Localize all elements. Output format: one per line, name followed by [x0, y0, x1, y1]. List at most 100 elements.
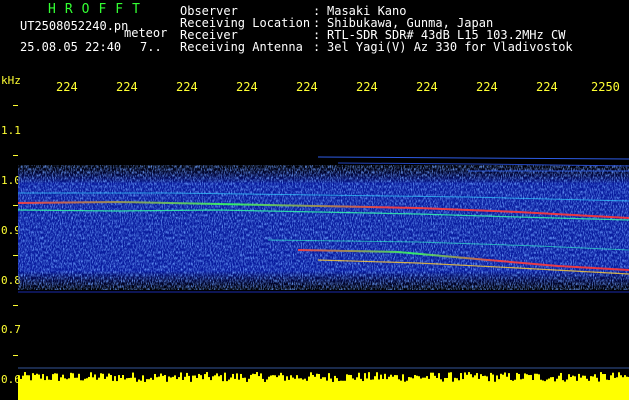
- level-bar: [616, 377, 618, 386]
- level-bar: [18, 375, 20, 386]
- x-tick-label: 2250: [591, 80, 620, 94]
- level-bar: [140, 380, 142, 386]
- level-bar: [148, 379, 150, 386]
- level-bar: [24, 372, 26, 386]
- level-bar: [222, 381, 224, 386]
- level-bar: [306, 380, 308, 386]
- level-bar: [542, 380, 544, 386]
- level-bar: [282, 375, 284, 386]
- level-bar: [286, 376, 288, 386]
- level-bar: [390, 374, 392, 386]
- level-bar: [142, 375, 144, 386]
- level-bar: [48, 379, 50, 386]
- level-bar: [172, 376, 174, 386]
- level-bar: [388, 376, 390, 386]
- level-bar: [214, 375, 216, 386]
- level-bar: [448, 372, 450, 386]
- level-bar: [464, 372, 466, 386]
- x-tick-label: 224: [356, 80, 378, 94]
- level-bar: [202, 379, 204, 386]
- level-bar: [368, 372, 370, 386]
- level-bar: [288, 379, 290, 386]
- level-fill: [18, 386, 629, 400]
- level-bar: [430, 372, 432, 386]
- level-bar: [98, 377, 100, 386]
- level-bar: [550, 377, 552, 386]
- level-bar: [216, 373, 218, 386]
- level-bar: [82, 380, 84, 386]
- level-bar: [582, 375, 584, 386]
- level-bar: [32, 373, 34, 386]
- level-bar: [494, 381, 496, 386]
- level-bar: [146, 379, 148, 386]
- x-tick-label: 224: [56, 80, 78, 94]
- level-bar: [348, 374, 350, 386]
- level-bar: [246, 381, 248, 386]
- level-bar: [150, 377, 152, 386]
- level-bar: [426, 376, 428, 386]
- level-bar: [586, 378, 588, 386]
- level-bar: [402, 374, 404, 386]
- level-bar: [366, 378, 368, 386]
- level-bar: [76, 377, 78, 386]
- level-bar: [334, 375, 336, 386]
- level-bar: [594, 374, 596, 386]
- level-bar: [562, 380, 564, 386]
- level-bar: [514, 379, 516, 386]
- level-bar: [538, 374, 540, 386]
- level-bar: [410, 377, 412, 386]
- level-bar: [174, 375, 176, 386]
- level-bar: [102, 373, 104, 386]
- level-bar: [508, 373, 510, 386]
- level-bar: [294, 378, 296, 386]
- level-bar: [116, 381, 118, 386]
- level-bar: [354, 379, 356, 386]
- level-bar: [480, 374, 482, 386]
- level-bar: [510, 379, 512, 386]
- level-bar: [500, 373, 502, 386]
- level-bar: [362, 381, 364, 386]
- level-bar: [502, 374, 504, 386]
- level-bar: [158, 376, 160, 386]
- level-bar: [272, 375, 274, 386]
- level-bar: [304, 378, 306, 386]
- level-bar: [124, 379, 126, 386]
- level-bar: [470, 374, 472, 386]
- level-bar: [564, 381, 566, 386]
- level-bar: [382, 378, 384, 386]
- level-bar: [310, 372, 312, 386]
- extra-info: 7..: [140, 40, 162, 54]
- level-bar: [486, 376, 488, 386]
- level-bar: [182, 379, 184, 386]
- level-bar: [210, 380, 212, 386]
- level-bar: [40, 378, 42, 386]
- level-bar: [104, 378, 106, 386]
- level-bar: [370, 379, 372, 386]
- level-bar: [92, 377, 94, 386]
- level-bar: [276, 377, 278, 386]
- level-bar: [144, 381, 146, 386]
- level-bar: [300, 378, 302, 386]
- level-bar: [36, 373, 38, 386]
- level-bar: [330, 378, 332, 386]
- level-bar: [220, 375, 222, 386]
- level-bar: [56, 373, 58, 386]
- level-bar: [324, 377, 326, 386]
- mode-label: meteor: [124, 26, 168, 40]
- level-bar: [622, 377, 624, 386]
- level-bar: [284, 380, 286, 386]
- level-bar: [110, 374, 112, 386]
- level-bar: [252, 373, 254, 386]
- level-bar: [90, 372, 92, 386]
- level-bar: [612, 372, 614, 386]
- level-bar: [128, 377, 130, 386]
- level-bar: [344, 380, 346, 386]
- level-bar: [236, 373, 238, 386]
- level-bar: [316, 373, 318, 386]
- level-bar: [78, 373, 80, 386]
- level-bar: [524, 373, 526, 386]
- datetime: 25.08.05 22:40: [20, 40, 122, 54]
- level-bar: [570, 377, 572, 386]
- level-bar: [492, 374, 494, 386]
- filename: UT2508052240.pn: [20, 19, 129, 33]
